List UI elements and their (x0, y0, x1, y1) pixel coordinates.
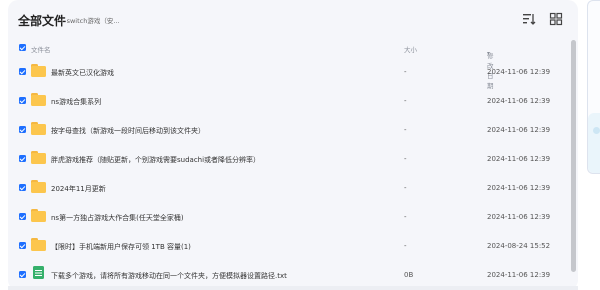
file-name[interactable]: ns第一方独占游戏大作合集(任天堂全家桶) (51, 213, 184, 223)
folder-icon (31, 93, 46, 106)
right-promo-card[interactable] (588, 113, 600, 173)
file-row[interactable]: 胖虎游戏推荐（随贴更新，个别游戏需要sudachi或者降低分辨率） - 2024… (8, 144, 568, 173)
file-name[interactable]: ns游戏合集系列 (51, 97, 101, 107)
row-checkbox[interactable] (19, 184, 26, 191)
panel-bottom-edge (8, 286, 578, 290)
file-size: - (404, 155, 407, 163)
file-row[interactable]: 【限时】手机端新用户保存可领 1TB 容量(1) - 2024-08-24 15… (8, 231, 568, 260)
promo-icon (593, 127, 600, 134)
file-row[interactable]: ns第一方独占游戏大作合集(任天堂全家桶) - 2024-11-06 12:39 (8, 202, 568, 231)
row-checkbox[interactable] (19, 155, 26, 162)
file-name[interactable]: 最新英文已汉化游戏 (51, 68, 114, 78)
grid-view-icon[interactable] (549, 12, 563, 26)
file-size: - (404, 242, 407, 250)
file-date: 2024-11-06 12:39 (487, 184, 551, 192)
column-size-header[interactable]: 大小 (404, 44, 417, 54)
folder-icon (31, 64, 46, 77)
file-date: 2024-11-06 12:39 (487, 126, 551, 134)
breadcrumb[interactable]: › switch游戏（安... (61, 15, 120, 25)
folder-icon (31, 238, 46, 251)
file-date: 2024-08-24 15:52 (487, 242, 551, 250)
file-name[interactable]: 按字母查找（新游戏一段时间后移动到该文件夹） (51, 126, 205, 136)
breadcrumb-item[interactable]: switch游戏（安... (67, 17, 120, 25)
file-size: 0B (404, 271, 414, 279)
file-date: 2024-11-06 12:39 (487, 68, 551, 76)
file-row[interactable]: ns游戏合集系列 - 2024-11-06 12:39 (8, 86, 568, 115)
file-name[interactable]: 【限时】手机端新用户保存可领 1TB 容量(1) (51, 242, 191, 252)
file-size: - (404, 126, 407, 134)
file-row[interactable]: 按字母查找（新游戏一段时间后移动到该文件夹） - 2024-11-06 12:3… (8, 115, 568, 144)
file-list-header: 全部文件 › switch游戏（安... (8, 0, 578, 38)
file-date: 2024-11-06 12:39 (487, 271, 551, 279)
row-checkbox[interactable] (19, 97, 26, 104)
folder-icon (31, 180, 46, 193)
file-size: - (404, 213, 407, 221)
row-checkbox[interactable] (19, 242, 26, 249)
page-title: 全部文件 (18, 14, 67, 28)
file-date: 2024-11-06 12:39 (487, 213, 551, 221)
folder-icon (31, 151, 46, 164)
file-name[interactable]: 胖虎游戏推荐（随贴更新，个别游戏需要sudachi或者降低分辨率） (51, 155, 260, 165)
row-checkbox[interactable] (19, 271, 26, 278)
row-checkbox[interactable] (19, 68, 26, 75)
select-all-checkbox[interactable] (19, 44, 26, 51)
file-size: - (404, 97, 407, 105)
file-size: - (404, 184, 407, 192)
file-row[interactable]: 2024年11月更新 - 2024-11-06 12:39 (8, 173, 568, 202)
file-name[interactable]: 下载多个游戏，请将所有游戏移动在同一个文件夹，方便模拟器设置路径.txt (51, 271, 287, 281)
row-checkbox[interactable] (19, 213, 26, 220)
file-row[interactable]: 最新英文已汉化游戏 - 2024-11-06 12:39 (8, 57, 568, 86)
txt-file-icon (33, 266, 44, 279)
sort-icon[interactable] (522, 12, 536, 26)
folder-icon (31, 209, 46, 222)
row-checkbox[interactable] (19, 126, 26, 133)
file-date: 2024-11-06 12:39 (487, 97, 551, 105)
folder-icon (31, 122, 46, 135)
vertical-scrollbar[interactable] (571, 40, 576, 272)
file-list-panel: 全部文件 › switch游戏（安... 文件名 大小 修改日期 ▾ 最新英文已汉… (8, 0, 578, 290)
column-name-header[interactable]: 文件名 (31, 44, 51, 54)
sort-desc-icon: ▾ (487, 50, 491, 57)
file-name[interactable]: 2024年11月更新 (51, 184, 106, 194)
column-header: 文件名 大小 修改日期 ▾ (8, 38, 578, 90)
file-size: - (404, 68, 407, 76)
file-row[interactable]: 下载多个游戏，请将所有游戏移动在同一个文件夹，方便模拟器设置路径.txt 0B … (8, 260, 568, 289)
file-date: 2024-11-06 12:39 (487, 155, 551, 163)
